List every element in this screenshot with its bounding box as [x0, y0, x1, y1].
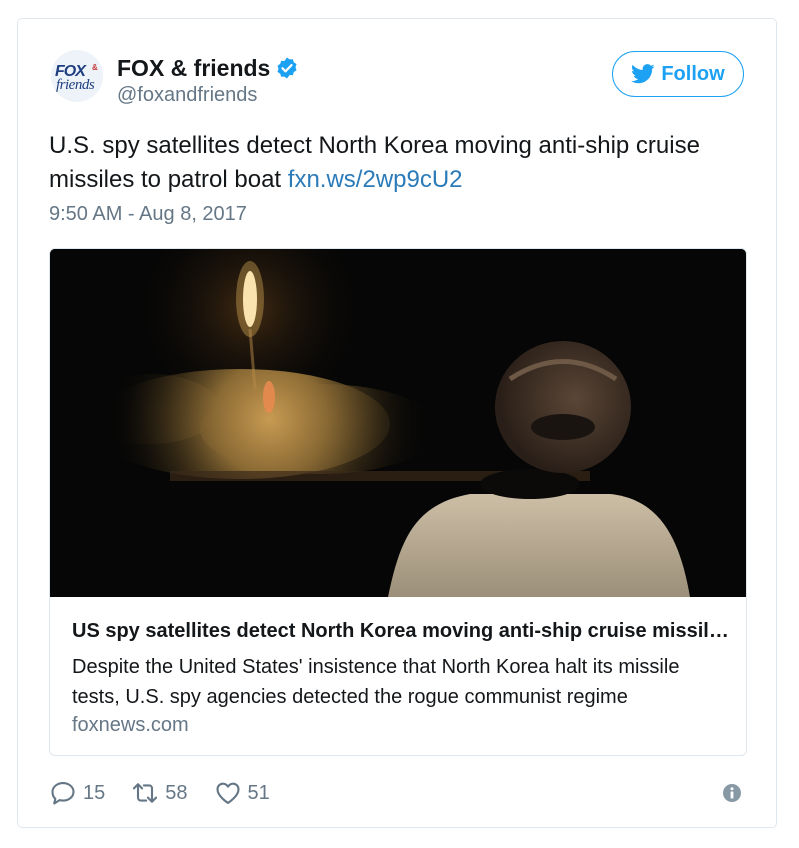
tweet-link[interactable]: fxn.ws/2wp9cU2 [288, 166, 463, 193]
card-title: US spy satellites detect North Korea mov… [72, 620, 732, 642]
retweet-button[interactable]: 58 [131, 779, 188, 807]
info-icon[interactable] [722, 783, 742, 803]
card-description: Despite the United States' insistence th… [72, 656, 680, 708]
tweet-text: U.S. spy satellites detect North Korea m… [49, 129, 749, 197]
retweet-count: 58 [165, 781, 188, 804]
twitter-bird-icon [631, 64, 655, 84]
card-image [50, 249, 746, 597]
avatar-amp-text: & [92, 63, 98, 72]
tweet-embed: FOX & friends FOX & friends @foxandfrien… [17, 18, 777, 828]
heart-icon [215, 782, 240, 804]
action-bar: 15 58 51 [49, 779, 296, 807]
tweet-timestamp[interactable]: 9:50 AM - Aug 8, 2017 [49, 203, 247, 226]
card-domain: foxnews.com [72, 714, 189, 736]
retweet-icon [133, 783, 158, 803]
link-card[interactable]: US spy satellites detect North Korea mov… [49, 248, 747, 756]
display-name[interactable]: FOX & friends [117, 55, 270, 82]
reply-count: 15 [83, 781, 106, 804]
avatar[interactable]: FOX & friends [51, 50, 103, 102]
verified-badge-icon [277, 57, 297, 79]
like-button[interactable]: 51 [214, 779, 270, 807]
follow-label: Follow [661, 62, 725, 85]
reply-button[interactable]: 15 [49, 779, 105, 807]
avatar-friends-text: friends [56, 77, 95, 93]
follow-button[interactable]: Follow [612, 51, 744, 97]
user-handle[interactable]: @foxandfriends [117, 84, 257, 107]
reply-icon [51, 782, 75, 805]
like-count: 51 [247, 781, 270, 804]
